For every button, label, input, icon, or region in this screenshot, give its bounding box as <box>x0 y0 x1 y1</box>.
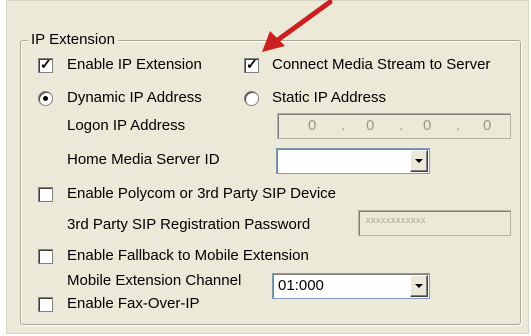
screen: { "group": { "title": "IP Extension" }, … <box>0 0 531 336</box>
annotation-arrow-icon <box>262 0 333 52</box>
